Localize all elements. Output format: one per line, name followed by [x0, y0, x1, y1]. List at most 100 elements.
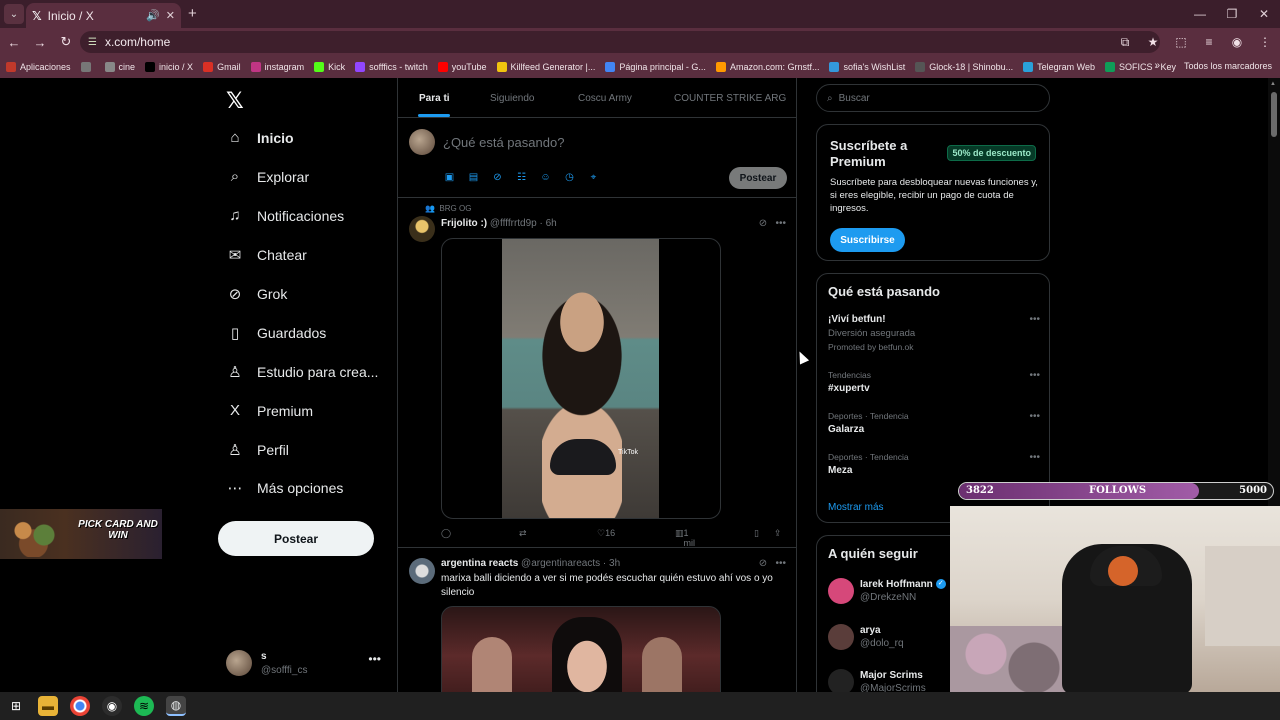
author-name[interactable]: Frijolito :) — [441, 218, 487, 229]
tab-counter-strike-arg[interactable]: COUNTER STRIKE ARG — [674, 93, 786, 104]
bookmark-item[interactable]: SOFICS - Key — [1104, 62, 1176, 72]
trend-item[interactable]: Deportes · Tendencia Galarza ••• — [828, 411, 1042, 435]
tab-coscu-army[interactable]: Coscu Army — [578, 93, 632, 104]
avatar[interactable] — [409, 558, 435, 584]
suggestion-name[interactable]: Iarek Hoffmann ✓ — [860, 579, 946, 590]
tweet-media[interactable] — [441, 606, 721, 692]
bookmark-item[interactable] — [80, 62, 95, 72]
nav-item-profile[interactable]: ♙ Perfil — [226, 441, 289, 459]
image-icon[interactable]: ▣ — [443, 172, 456, 183]
author-handle[interactable]: @ffffrrtd9p · 6h — [490, 218, 557, 229]
share-icon[interactable]: ⇪ — [774, 528, 782, 539]
poll-icon[interactable]: ☷ — [515, 172, 528, 183]
nav-item-grok[interactable]: ⊘ Grok — [226, 285, 288, 303]
nav-item-creator-studio[interactable]: ♙ Estudio para crea... — [226, 363, 378, 381]
tweet[interactable]: 👥 BRG OG Frijolito :) @ffffrrtd9p · 6h ⊘… — [398, 200, 796, 548]
browser-tab[interactable]: 𝕏 Inicio / X 🔊 ✕ — [26, 3, 181, 28]
more-icon[interactable]: ••• — [1029, 411, 1040, 422]
x-logo-icon[interactable]: 𝕏 — [226, 88, 244, 114]
spotify-icon[interactable]: ≋ — [134, 696, 154, 716]
show-more-link[interactable]: Mostrar más — [828, 502, 884, 513]
more-icon[interactable]: ••• — [1029, 370, 1040, 381]
nav-item-bookmarks[interactable]: ▯ Guardados — [226, 324, 326, 342]
profile-icon[interactable]: ◉ — [1228, 35, 1246, 49]
like-button[interactable]: ♡ 16 — [597, 528, 615, 539]
bookmark-item[interactable]: sofffics - twitch — [355, 62, 428, 72]
nav-item-more[interactable]: ⋯ Más opciones — [226, 479, 344, 497]
post-button[interactable]: Postear — [218, 521, 374, 556]
chrome-icon[interactable] — [70, 696, 90, 716]
retweet-icon[interactable]: ⇄ — [519, 528, 527, 539]
minimize-icon[interactable]: — — [1184, 0, 1216, 28]
game-ad-overlay[interactable]: PICK CARD AND WIN — [0, 509, 162, 559]
window-close-icon[interactable]: ✕ — [1248, 0, 1280, 28]
avatar[interactable] — [828, 624, 854, 650]
more-icon[interactable]: ••• — [1029, 452, 1040, 463]
bookmark-item[interactable]: Aplicaciones — [6, 62, 71, 72]
obs-icon[interactable]: ◉ — [102, 696, 122, 716]
gif-icon[interactable]: ▤ — [467, 172, 480, 183]
address-bar[interactable]: ☰ x.com/home — [80, 31, 1160, 53]
scrollbar-thumb[interactable] — [1271, 92, 1277, 137]
author-handle[interactable]: @argentinareacts · 3h — [521, 558, 620, 569]
suggestion-name[interactable]: arya — [860, 625, 881, 636]
tweet-media[interactable]: TikTok — [441, 238, 721, 519]
extensions-icon[interactable]: ⬚ — [1172, 35, 1190, 49]
nav-item-premium[interactable]: X Premium — [226, 402, 313, 419]
bookmarks-overflow-icon[interactable]: » — [1154, 60, 1160, 71]
grok-icon[interactable]: ⊘ — [759, 558, 767, 569]
trend-item[interactable]: Deportes · Tendencia Meza ••• — [828, 452, 1042, 476]
schedule-icon[interactable]: ◷ — [563, 172, 576, 183]
bookmark-item[interactable]: Telegram Web — [1023, 62, 1095, 72]
subscribe-button[interactable]: Suscribirse — [830, 228, 905, 252]
bookmark-item[interactable]: Kick — [314, 62, 345, 72]
bookmark-item[interactable]: Killfeed Generator |... — [496, 62, 595, 72]
tab-close-icon[interactable]: ✕ — [166, 9, 175, 22]
compose-post-button[interactable]: Postear — [729, 167, 787, 189]
grok-icon[interactable]: ⊘ — [491, 172, 504, 183]
tab-para-ti[interactable]: Para ti — [419, 93, 450, 104]
video-player[interactable]: TikTok — [502, 239, 659, 518]
account-switcher[interactable]: s @sofffi_cs ••• — [226, 648, 386, 684]
reply-icon[interactable]: ◯ — [441, 528, 451, 539]
bookmark-icon[interactable]: ▯ — [754, 528, 759, 539]
avatar[interactable] — [828, 578, 854, 604]
windows-start-icon[interactable]: ⊞ — [6, 696, 26, 716]
more-icon[interactable]: ••• — [1029, 314, 1040, 325]
search-input[interactable]: ⌕ Buscar — [816, 84, 1050, 112]
trend-item[interactable]: ¡Viví betfun! Diversión asegurada Promot… — [828, 314, 1042, 352]
reading-list-icon[interactable]: ≡ — [1200, 35, 1218, 49]
reload-icon[interactable]: ↻ — [54, 34, 78, 50]
bookmark-item[interactable]: Glock-18 | Shinobu... — [915, 62, 1013, 72]
cast-icon[interactable]: ⧉ — [1116, 35, 1134, 50]
bookmark-item[interactable]: Amazon.com: Grnstf... — [715, 62, 819, 72]
new-tab-button[interactable]: + — [188, 5, 197, 22]
grok-icon[interactable]: ⊘ — [759, 218, 767, 229]
back-icon[interactable]: ← — [2, 35, 26, 50]
nav-item-home[interactable]: ⌂ Inicio — [226, 129, 293, 146]
bookmark-item[interactable]: inicio / X — [145, 62, 193, 72]
bookmark-item[interactable]: Gmail — [203, 62, 241, 72]
file-explorer-icon[interactable]: ▬ — [38, 696, 58, 716]
nav-item-chat[interactable]: ✉ Chatear — [226, 246, 307, 264]
menu-icon[interactable]: ⋮ — [1256, 35, 1274, 49]
restore-icon[interactable]: ❐ — [1216, 0, 1248, 28]
more-icon[interactable]: ••• — [775, 558, 786, 569]
emoji-icon[interactable]: ☺ — [539, 172, 552, 183]
bookmark-item[interactable]: youTube — [437, 62, 487, 72]
location-icon[interactable]: ⌖ — [587, 172, 600, 183]
chrome-active-icon[interactable]: ◍ — [166, 696, 186, 716]
bookmark-item[interactable]: cine — [104, 62, 135, 72]
tab-search-button[interactable]: ⌄ — [4, 4, 24, 24]
avatar[interactable] — [409, 216, 435, 242]
nav-item-explore[interactable]: ⌕ Explorar — [226, 168, 309, 185]
more-icon[interactable]: ••• — [368, 652, 381, 666]
bookmark-item[interactable]: Página principal - G... — [605, 62, 706, 72]
more-icon[interactable]: ••• — [775, 218, 786, 229]
bookmark-item[interactable]: sofia's WishList — [829, 62, 905, 72]
compose-input[interactable]: ¿Qué está pasando? — [443, 135, 564, 150]
scroll-up-icon[interactable]: ▲ — [1270, 81, 1276, 87]
tweet[interactable]: argentina reacts @argentinareacts · 3h ⊘… — [398, 550, 796, 692]
bookmark-item[interactable]: instagram — [250, 62, 304, 72]
bookmark-star-icon[interactable]: ★ — [1144, 35, 1162, 49]
